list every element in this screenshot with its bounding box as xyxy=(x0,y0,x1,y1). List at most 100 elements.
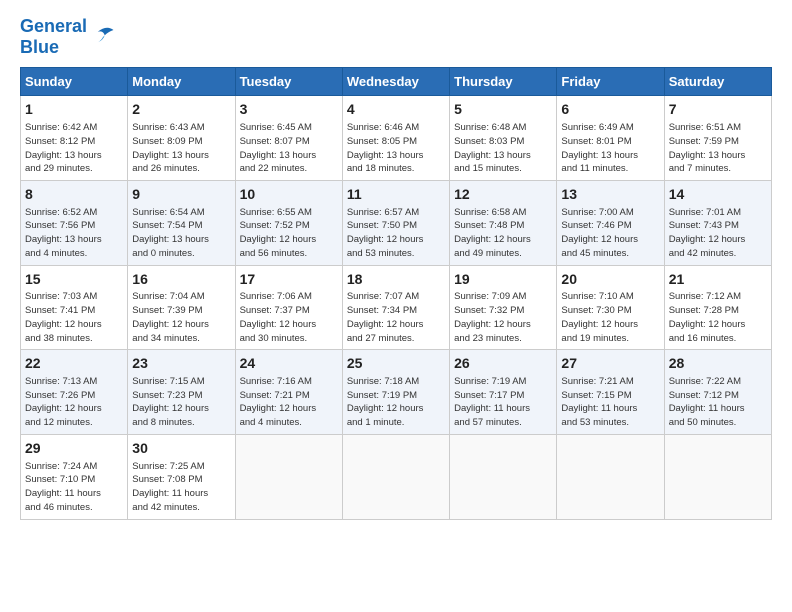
day-cell: 15Sunrise: 7:03 AM Sunset: 7:41 PM Dayli… xyxy=(21,265,128,350)
day-info: Sunrise: 6:48 AM Sunset: 8:03 PM Dayligh… xyxy=(454,121,552,176)
day-number: 29 xyxy=(25,439,123,459)
day-cell: 16Sunrise: 7:04 AM Sunset: 7:39 PM Dayli… xyxy=(128,265,235,350)
day-info: Sunrise: 6:43 AM Sunset: 8:09 PM Dayligh… xyxy=(132,121,230,176)
page: General Blue SundayMondayTuesdayWednesda… xyxy=(0,0,792,530)
day-info: Sunrise: 7:22 AM Sunset: 7:12 PM Dayligh… xyxy=(669,375,767,430)
day-info: Sunrise: 7:25 AM Sunset: 7:08 PM Dayligh… xyxy=(132,460,230,515)
col-header-thursday: Thursday xyxy=(450,68,557,96)
week-row-4: 22Sunrise: 7:13 AM Sunset: 7:26 PM Dayli… xyxy=(21,350,772,435)
day-info: Sunrise: 7:07 AM Sunset: 7:34 PM Dayligh… xyxy=(347,290,445,345)
day-info: Sunrise: 6:46 AM Sunset: 8:05 PM Dayligh… xyxy=(347,121,445,176)
day-cell: 9Sunrise: 6:54 AM Sunset: 7:54 PM Daylig… xyxy=(128,181,235,266)
col-header-monday: Monday xyxy=(128,68,235,96)
day-number: 22 xyxy=(25,354,123,374)
col-header-sunday: Sunday xyxy=(21,68,128,96)
day-cell: 1Sunrise: 6:42 AM Sunset: 8:12 PM Daylig… xyxy=(21,96,128,181)
day-number: 20 xyxy=(561,270,659,290)
day-number: 19 xyxy=(454,270,552,290)
logo: General Blue xyxy=(20,16,117,57)
header-row: SundayMondayTuesdayWednesdayThursdayFrid… xyxy=(21,68,772,96)
day-info: Sunrise: 7:24 AM Sunset: 7:10 PM Dayligh… xyxy=(25,460,123,515)
day-cell: 25Sunrise: 7:18 AM Sunset: 7:19 PM Dayli… xyxy=(342,350,449,435)
day-number: 4 xyxy=(347,100,445,120)
day-cell: 14Sunrise: 7:01 AM Sunset: 7:43 PM Dayli… xyxy=(664,181,771,266)
day-info: Sunrise: 7:18 AM Sunset: 7:19 PM Dayligh… xyxy=(347,375,445,430)
logo-blue: Blue xyxy=(20,37,87,58)
day-number: 23 xyxy=(132,354,230,374)
day-info: Sunrise: 6:55 AM Sunset: 7:52 PM Dayligh… xyxy=(240,206,338,261)
day-number: 5 xyxy=(454,100,552,120)
day-cell: 26Sunrise: 7:19 AM Sunset: 7:17 PM Dayli… xyxy=(450,350,557,435)
week-row-5: 29Sunrise: 7:24 AM Sunset: 7:10 PM Dayli… xyxy=(21,435,772,520)
day-number: 10 xyxy=(240,185,338,205)
day-number: 17 xyxy=(240,270,338,290)
day-number: 13 xyxy=(561,185,659,205)
day-number: 26 xyxy=(454,354,552,374)
day-info: Sunrise: 6:42 AM Sunset: 8:12 PM Dayligh… xyxy=(25,121,123,176)
day-number: 3 xyxy=(240,100,338,120)
day-cell: 21Sunrise: 7:12 AM Sunset: 7:28 PM Dayli… xyxy=(664,265,771,350)
col-header-friday: Friday xyxy=(557,68,664,96)
day-info: Sunrise: 7:19 AM Sunset: 7:17 PM Dayligh… xyxy=(454,375,552,430)
day-cell: 30Sunrise: 7:25 AM Sunset: 7:08 PM Dayli… xyxy=(128,435,235,520)
day-number: 25 xyxy=(347,354,445,374)
day-info: Sunrise: 7:04 AM Sunset: 7:39 PM Dayligh… xyxy=(132,290,230,345)
day-cell xyxy=(235,435,342,520)
day-cell: 12Sunrise: 6:58 AM Sunset: 7:48 PM Dayli… xyxy=(450,181,557,266)
day-number: 14 xyxy=(669,185,767,205)
day-info: Sunrise: 6:49 AM Sunset: 8:01 PM Dayligh… xyxy=(561,121,659,176)
day-number: 7 xyxy=(669,100,767,120)
day-number: 30 xyxy=(132,439,230,459)
day-cell xyxy=(664,435,771,520)
day-info: Sunrise: 7:10 AM Sunset: 7:30 PM Dayligh… xyxy=(561,290,659,345)
day-info: Sunrise: 6:57 AM Sunset: 7:50 PM Dayligh… xyxy=(347,206,445,261)
col-header-tuesday: Tuesday xyxy=(235,68,342,96)
day-number: 6 xyxy=(561,100,659,120)
day-cell: 8Sunrise: 6:52 AM Sunset: 7:56 PM Daylig… xyxy=(21,181,128,266)
day-info: Sunrise: 6:54 AM Sunset: 7:54 PM Dayligh… xyxy=(132,206,230,261)
day-cell: 5Sunrise: 6:48 AM Sunset: 8:03 PM Daylig… xyxy=(450,96,557,181)
day-info: Sunrise: 7:16 AM Sunset: 7:21 PM Dayligh… xyxy=(240,375,338,430)
day-number: 15 xyxy=(25,270,123,290)
day-cell: 3Sunrise: 6:45 AM Sunset: 8:07 PM Daylig… xyxy=(235,96,342,181)
day-cell: 29Sunrise: 7:24 AM Sunset: 7:10 PM Dayli… xyxy=(21,435,128,520)
col-header-saturday: Saturday xyxy=(664,68,771,96)
day-number: 1 xyxy=(25,100,123,120)
day-cell: 22Sunrise: 7:13 AM Sunset: 7:26 PM Dayli… xyxy=(21,350,128,435)
day-number: 28 xyxy=(669,354,767,374)
day-number: 9 xyxy=(132,185,230,205)
day-cell: 27Sunrise: 7:21 AM Sunset: 7:15 PM Dayli… xyxy=(557,350,664,435)
day-info: Sunrise: 7:15 AM Sunset: 7:23 PM Dayligh… xyxy=(132,375,230,430)
day-info: Sunrise: 7:13 AM Sunset: 7:26 PM Dayligh… xyxy=(25,375,123,430)
day-number: 2 xyxy=(132,100,230,120)
day-cell: 2Sunrise: 6:43 AM Sunset: 8:09 PM Daylig… xyxy=(128,96,235,181)
day-cell: 6Sunrise: 6:49 AM Sunset: 8:01 PM Daylig… xyxy=(557,96,664,181)
day-number: 18 xyxy=(347,270,445,290)
logo-bird-icon xyxy=(89,23,117,51)
day-info: Sunrise: 7:09 AM Sunset: 7:32 PM Dayligh… xyxy=(454,290,552,345)
day-cell: 7Sunrise: 6:51 AM Sunset: 7:59 PM Daylig… xyxy=(664,96,771,181)
day-number: 8 xyxy=(25,185,123,205)
day-cell: 17Sunrise: 7:06 AM Sunset: 7:37 PM Dayli… xyxy=(235,265,342,350)
day-number: 21 xyxy=(669,270,767,290)
day-info: Sunrise: 7:03 AM Sunset: 7:41 PM Dayligh… xyxy=(25,290,123,345)
header: General Blue xyxy=(20,16,772,57)
week-row-2: 8Sunrise: 6:52 AM Sunset: 7:56 PM Daylig… xyxy=(21,181,772,266)
day-cell: 18Sunrise: 7:07 AM Sunset: 7:34 PM Dayli… xyxy=(342,265,449,350)
col-header-wednesday: Wednesday xyxy=(342,68,449,96)
day-cell: 23Sunrise: 7:15 AM Sunset: 7:23 PM Dayli… xyxy=(128,350,235,435)
day-info: Sunrise: 7:01 AM Sunset: 7:43 PM Dayligh… xyxy=(669,206,767,261)
day-cell: 4Sunrise: 6:46 AM Sunset: 8:05 PM Daylig… xyxy=(342,96,449,181)
day-info: Sunrise: 6:52 AM Sunset: 7:56 PM Dayligh… xyxy=(25,206,123,261)
logo-text: General xyxy=(20,16,87,37)
day-number: 11 xyxy=(347,185,445,205)
day-cell: 19Sunrise: 7:09 AM Sunset: 7:32 PM Dayli… xyxy=(450,265,557,350)
day-number: 24 xyxy=(240,354,338,374)
logo-general: General xyxy=(20,16,87,36)
day-info: Sunrise: 6:45 AM Sunset: 8:07 PM Dayligh… xyxy=(240,121,338,176)
week-row-1: 1Sunrise: 6:42 AM Sunset: 8:12 PM Daylig… xyxy=(21,96,772,181)
day-info: Sunrise: 7:06 AM Sunset: 7:37 PM Dayligh… xyxy=(240,290,338,345)
day-cell: 11Sunrise: 6:57 AM Sunset: 7:50 PM Dayli… xyxy=(342,181,449,266)
day-number: 27 xyxy=(561,354,659,374)
day-cell: 10Sunrise: 6:55 AM Sunset: 7:52 PM Dayli… xyxy=(235,181,342,266)
